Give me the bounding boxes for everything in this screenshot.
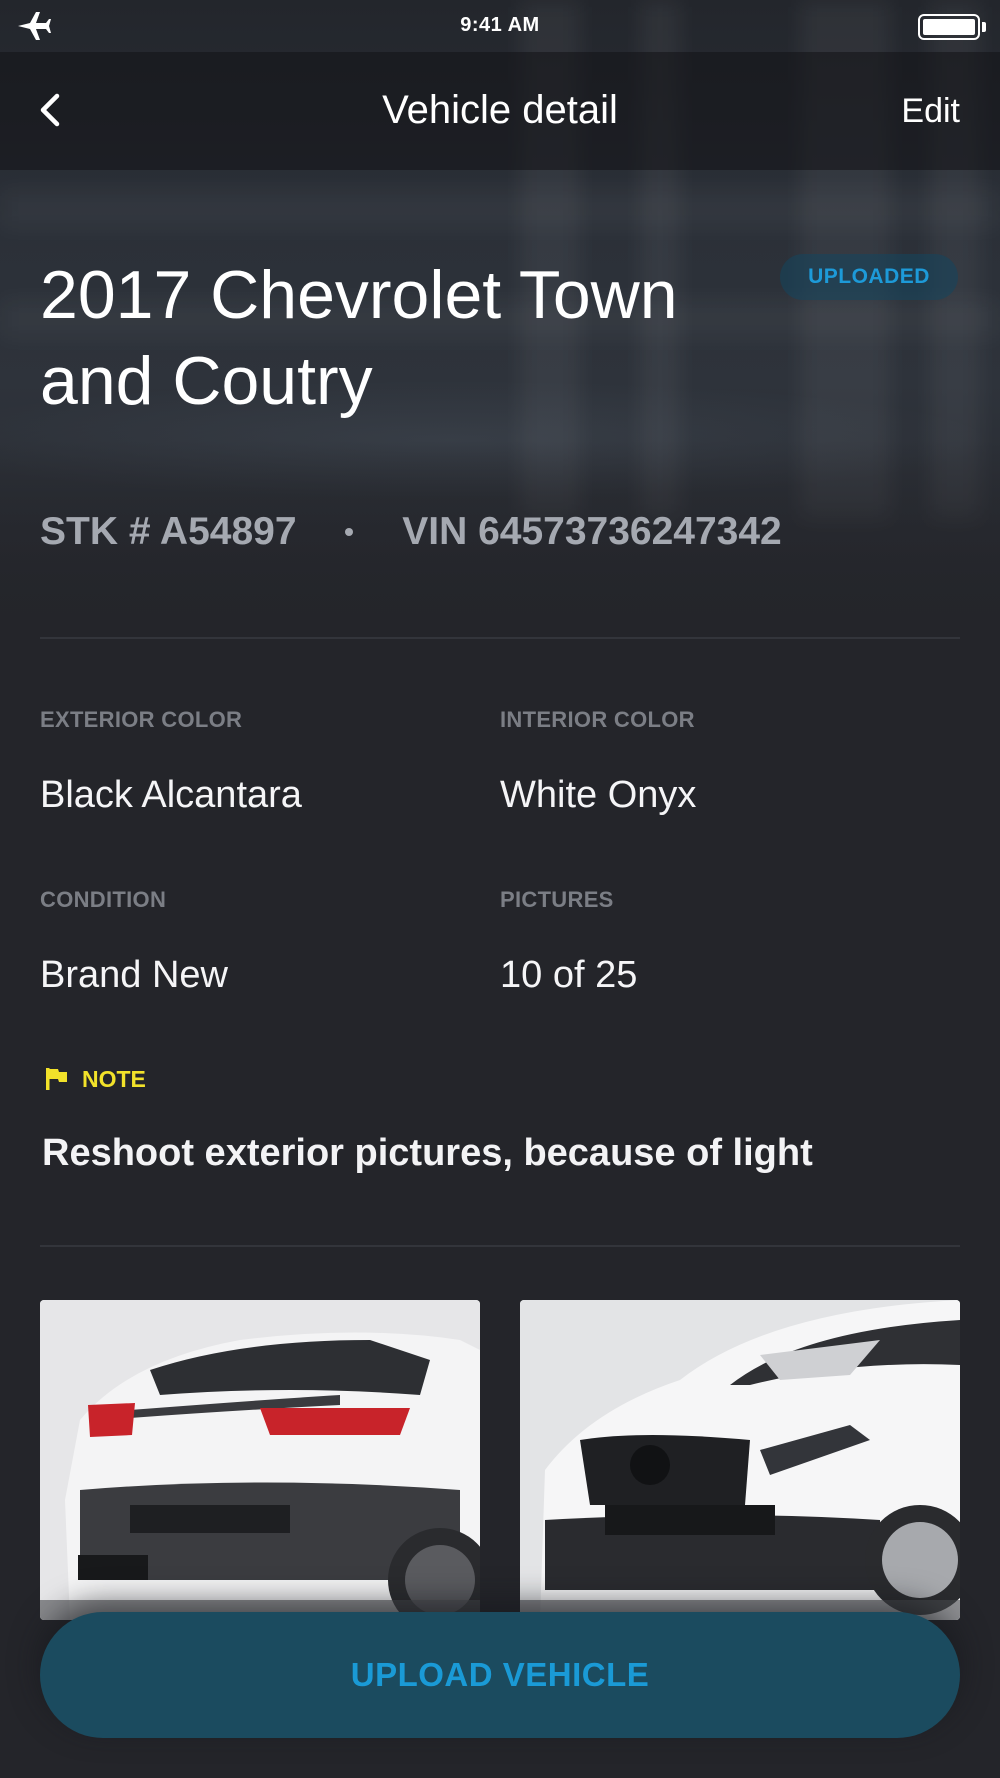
divider (40, 637, 960, 639)
vehicle-identifiers: STK # A54897 VIN 64573736247342 (40, 508, 782, 556)
navigation-bar: Vehicle detail Edit (0, 52, 1000, 170)
separator-dot (345, 527, 354, 536)
condition-value: Brand New (40, 954, 228, 996)
battery-tip (982, 22, 986, 32)
note-label: NOTE (82, 1066, 146, 1092)
vehicle-photo-front[interactable] (520, 1300, 960, 1620)
status-time: 9:41 AM (460, 14, 540, 36)
vehicle-title-line1: 2017 Chevrolet Town (40, 257, 678, 333)
exterior-color-label: EXTERIOR COLOR (40, 707, 243, 732)
pictures-label: PICTURES (500, 887, 614, 912)
note-text: Reshoot exterior pictures, because of li… (42, 1132, 813, 1174)
background-beam (0, 190, 1000, 228)
condition-label: CONDITION (40, 887, 167, 912)
status-bar: 9:41 AM (0, 0, 1000, 52)
divider (40, 1245, 960, 1247)
interior-color-label: INTERIOR COLOR (500, 707, 695, 732)
edit-button[interactable]: Edit (901, 92, 960, 131)
car-front-image (520, 1300, 960, 1620)
page-title: Vehicle detail (382, 88, 618, 132)
flag-icon (46, 1068, 67, 1090)
interior-color-value: White Onyx (500, 774, 697, 816)
car-rear-image (40, 1300, 480, 1620)
status-badge: UPLOADED (780, 254, 958, 300)
vehicle-title: 2017 Chevrolet Town and Coutry (40, 252, 740, 424)
stock-number: STK # A54897 (40, 509, 297, 553)
pictures-value: 10 of 25 (500, 954, 638, 996)
vehicle-title-line2: and Coutry (40, 343, 373, 419)
exterior-color-value: Black Alcantara (40, 774, 302, 816)
battery-icon (918, 14, 980, 40)
upload-vehicle-button[interactable]: UPLOAD VEHICLE (40, 1612, 960, 1738)
vehicle-photo-rear[interactable] (40, 1300, 480, 1620)
vin-number: VIN 64573736247342 (402, 509, 782, 553)
